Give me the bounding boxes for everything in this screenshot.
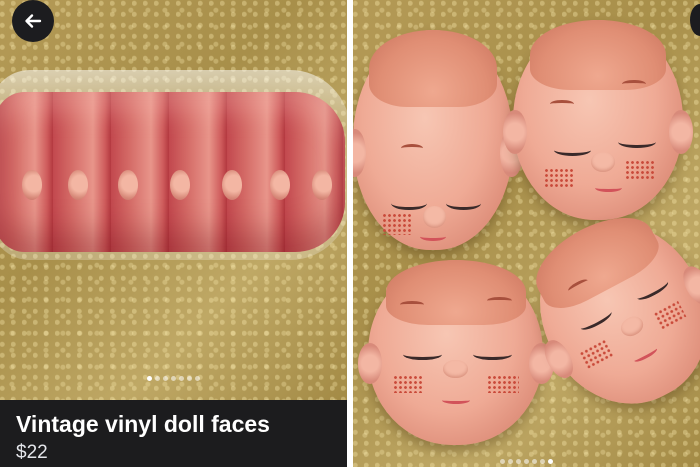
doll-mouth (420, 232, 446, 242)
doll-ear (669, 110, 694, 154)
listing-title: Vintage vinyl doll faces (16, 411, 270, 437)
doll-nose (423, 206, 446, 228)
listing-photo-wrapped-faces[interactable] (0, 0, 347, 400)
doll-nose (617, 313, 647, 340)
listing-info-bar: Vintage vinyl doll faces $22 (0, 400, 347, 467)
carousel-dot[interactable] (524, 459, 529, 464)
doll-eye (618, 136, 656, 148)
doll-eye (578, 307, 615, 334)
doll-brow (399, 300, 424, 308)
doll-head (508, 193, 700, 432)
doll-eye (634, 277, 672, 304)
doll-ear (22, 170, 42, 200)
doll-ear (118, 170, 138, 200)
doll-nose (443, 359, 468, 379)
carousel-dot[interactable] (516, 459, 521, 464)
carousel-dot[interactable] (540, 459, 545, 464)
doll-brow (487, 297, 512, 304)
doll-brow (621, 80, 646, 88)
doll-freckles (381, 212, 411, 235)
carousel-dot[interactable] (548, 459, 553, 464)
doll-brow (550, 100, 575, 108)
carousel-dot[interactable] (508, 459, 513, 464)
carousel-dot[interactable] (163, 376, 168, 381)
doll-ear (68, 170, 88, 200)
carousel-indicator (353, 459, 700, 464)
listing-photo-panel-2 (353, 0, 700, 467)
carousel-dot[interactable] (187, 376, 192, 381)
doll-freckles (579, 339, 614, 369)
doll-brow (401, 144, 424, 153)
doll-mouth (632, 345, 659, 365)
doll-ear (222, 170, 242, 200)
carousel-dot[interactable] (179, 376, 184, 381)
doll-eye (403, 349, 442, 360)
doll-hair (369, 30, 497, 107)
listing-photo-doll-heads[interactable] (353, 0, 700, 467)
carousel-dot[interactable] (195, 376, 200, 381)
listing-photo-panel: Vintage vinyl doll faces $22 (0, 0, 347, 467)
carousel-dot[interactable] (155, 376, 160, 381)
doll-mouth (441, 397, 470, 405)
doll-ear (170, 170, 190, 200)
doll-hair (530, 20, 666, 90)
doll-eye (473, 349, 512, 360)
doll-ear (677, 262, 700, 309)
doll-freckles (652, 300, 687, 330)
doll-freckles (392, 374, 424, 394)
doll-head (502, 20, 694, 220)
doll-mouth (594, 184, 622, 192)
carousel-dot[interactable] (532, 459, 537, 464)
stacked-doll-faces (0, 92, 345, 252)
doll-freckles (487, 374, 519, 394)
back-button[interactable] (12, 0, 54, 42)
doll-ear (353, 129, 366, 178)
doll-eye (553, 144, 592, 156)
carousel-dot[interactable] (500, 459, 505, 464)
doll-freckles (543, 168, 575, 188)
doll-freckles (625, 160, 656, 180)
doll-nose (591, 152, 615, 172)
doll-ear (502, 110, 527, 154)
doll-ear (270, 170, 290, 200)
carousel-indicator (0, 376, 347, 381)
doll-ear (312, 170, 332, 200)
carousel-dot[interactable] (147, 376, 152, 381)
listing-price: $22 (16, 442, 48, 463)
doll-head (353, 30, 523, 250)
doll-hair (385, 260, 526, 325)
doll-eye (391, 197, 427, 211)
carousel-dot[interactable] (171, 376, 176, 381)
arrow-left-icon (25, 14, 42, 28)
doll-ear (357, 343, 382, 384)
doll-eye (445, 197, 481, 211)
doll-head (357, 260, 554, 445)
